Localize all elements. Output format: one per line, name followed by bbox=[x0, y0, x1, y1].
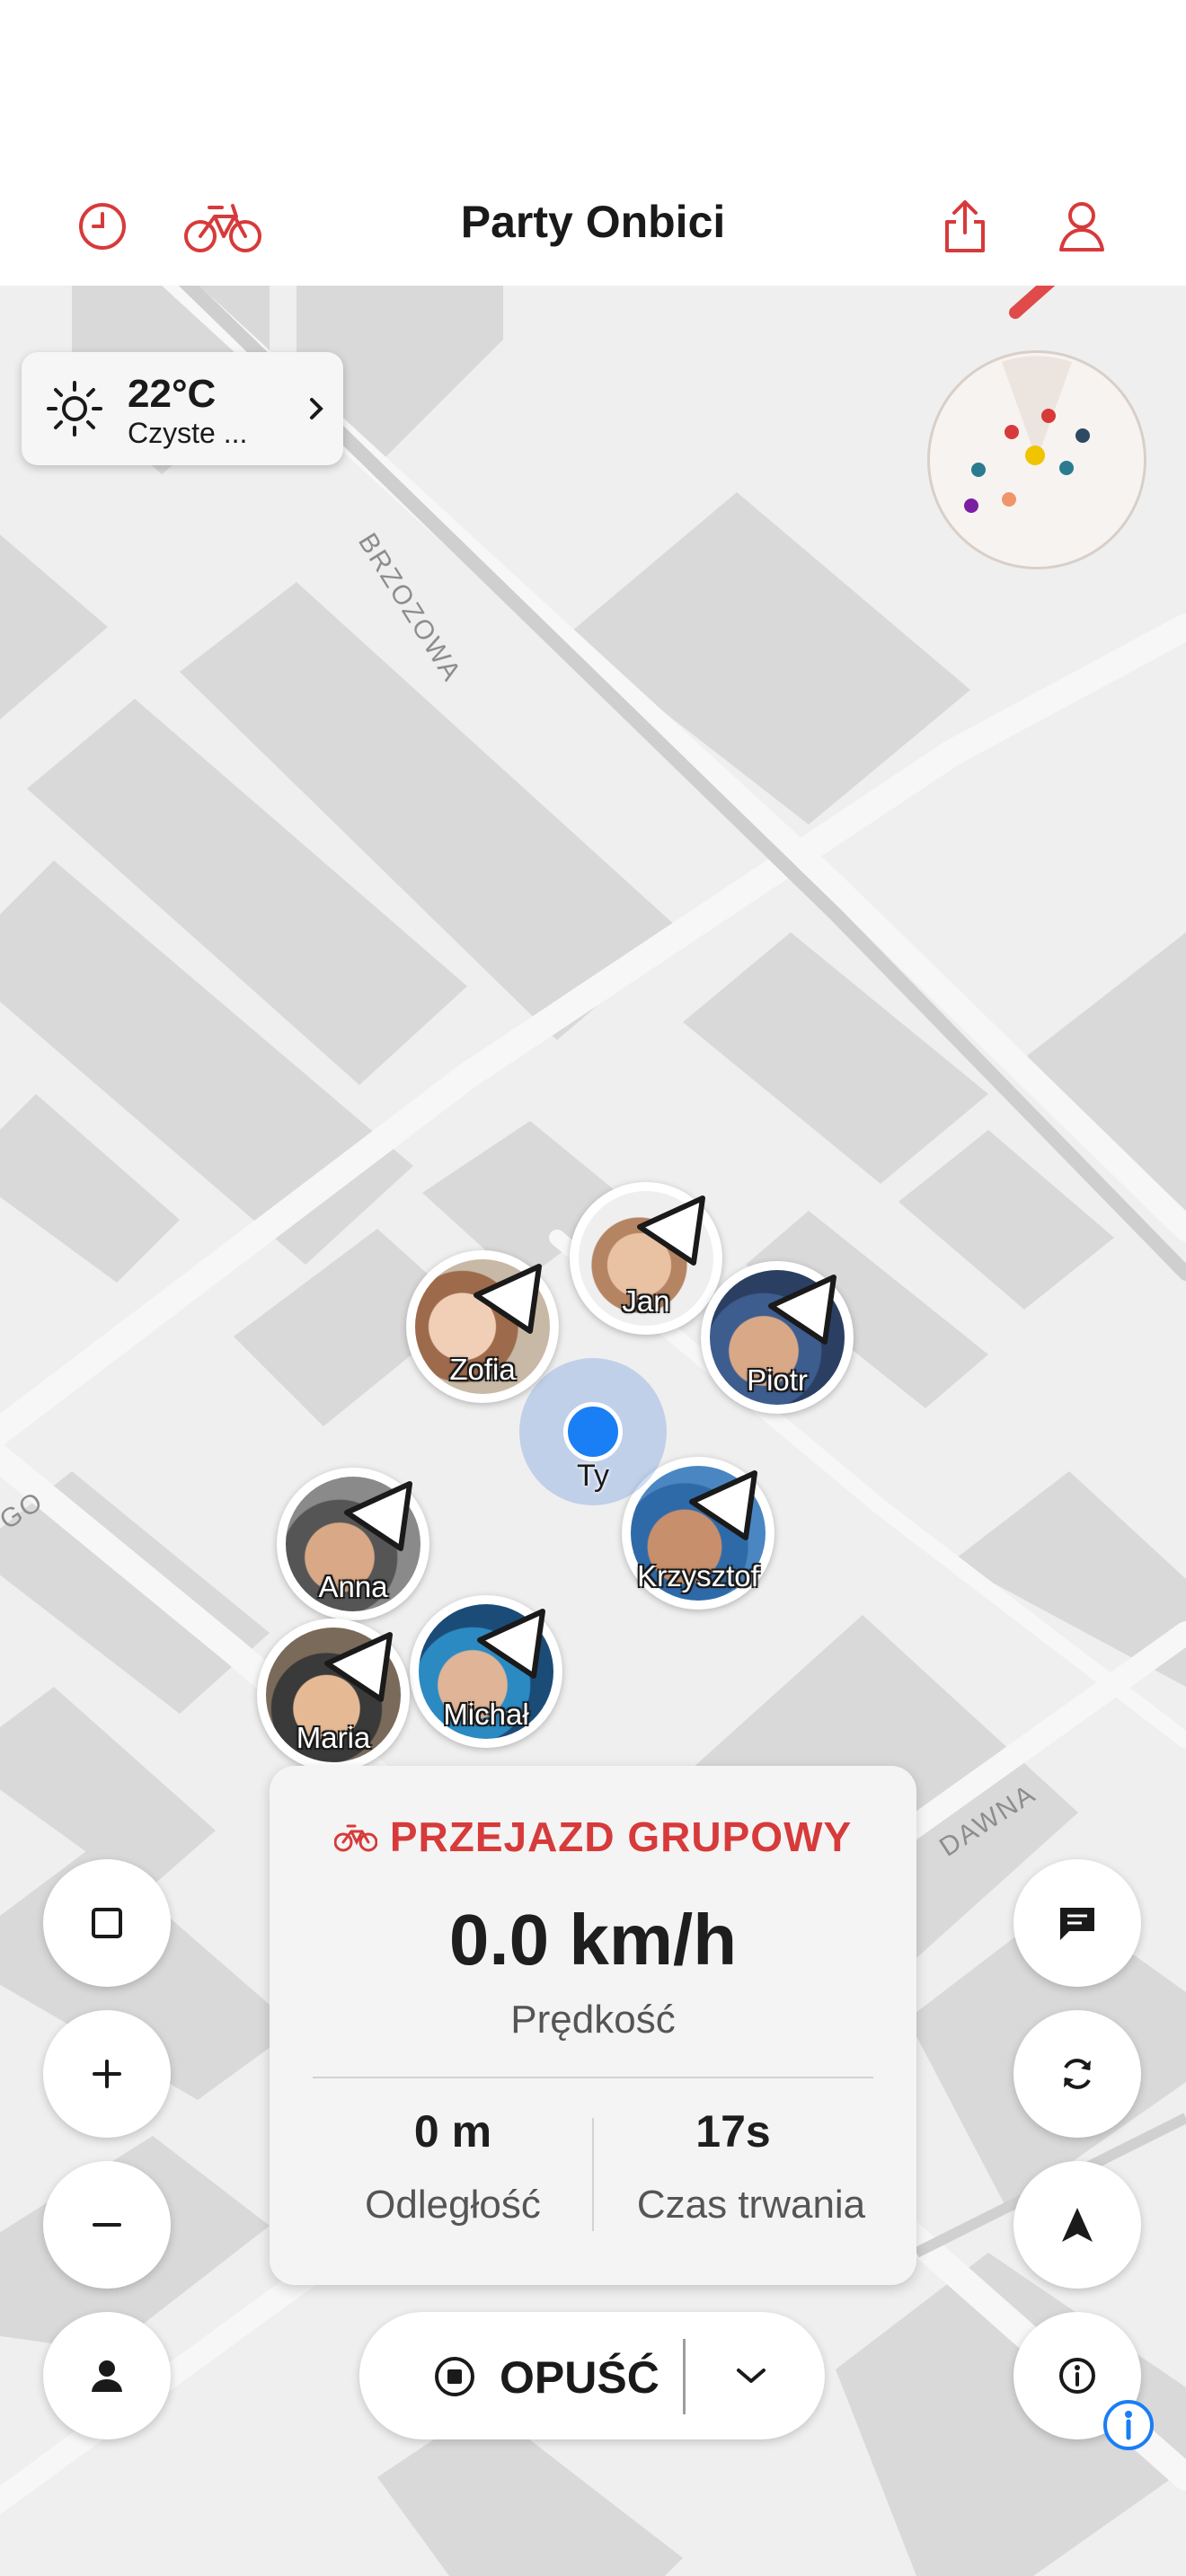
heading-arrow-icon bbox=[474, 1264, 542, 1334]
leave-button[interactable]: OPUŚĆ bbox=[395, 2312, 674, 2439]
profile-icon[interactable] bbox=[1044, 189, 1120, 264]
rider-marker-anna[interactable]: Anna bbox=[277, 1468, 429, 1620]
radar-dots bbox=[964, 356, 1090, 513]
rider-name: Zofia bbox=[449, 1353, 516, 1386]
duration-value: 17s bbox=[695, 2106, 771, 2157]
participants-button[interactable] bbox=[43, 2312, 171, 2439]
leave-button-label: OPUŚĆ bbox=[500, 2352, 659, 2403]
weather-widget[interactable]: 22°C Czyste ... bbox=[22, 352, 343, 465]
minus-icon bbox=[93, 2223, 121, 2227]
rider-name: Anna bbox=[318, 1570, 388, 1603]
refresh-icon bbox=[1064, 2059, 1091, 2089]
rider-name: Krzysztof bbox=[637, 1559, 759, 1592]
square-icon bbox=[92, 1908, 122, 1938]
ride-mode-label: PRZEJAZD GRUPOWY bbox=[389, 1813, 853, 1860]
zoom-in-button[interactable] bbox=[43, 2010, 171, 2138]
sun-icon bbox=[47, 381, 102, 437]
bike-icon bbox=[333, 1824, 377, 1852]
leave-options-button[interactable] bbox=[688, 2312, 814, 2439]
weather-condition: Czyste ... bbox=[128, 417, 248, 449]
distance-value: 0 m bbox=[413, 2106, 492, 2157]
rider-name: Piotr bbox=[747, 1363, 808, 1397]
navigation-arrow-icon bbox=[1062, 2208, 1093, 2242]
ride-stats-card: PRZEJAZD GRUPOWY 0.0 km/h Prędkość 0 m O… bbox=[270, 1766, 916, 2285]
chat-button[interactable] bbox=[1013, 1859, 1141, 1987]
rider-marker-zofia[interactable]: Zofia bbox=[406, 1250, 559, 1403]
speed-label: Prędkość bbox=[510, 1998, 676, 2042]
chat-icon bbox=[1060, 1908, 1094, 1940]
person-icon bbox=[92, 2360, 122, 2392]
my-location-dot[interactable] bbox=[563, 1402, 623, 1461]
heading-arrow-icon bbox=[689, 1470, 757, 1540]
rider-marker-jan[interactable]: Jan bbox=[570, 1182, 722, 1335]
heading-arrow-icon bbox=[768, 1275, 836, 1345]
refresh-button[interactable] bbox=[1013, 2010, 1141, 2138]
page-title: Party Onbici bbox=[460, 197, 726, 247]
heading-arrow-icon bbox=[637, 1195, 705, 1266]
divider bbox=[313, 2077, 873, 2078]
speed-value: 0.0 km/h bbox=[448, 1900, 738, 1980]
info-icon bbox=[1059, 2358, 1095, 2394]
stop-icon bbox=[435, 2357, 474, 2396]
rider-name: Jan bbox=[622, 1284, 670, 1318]
zoom-out-button[interactable] bbox=[43, 2161, 171, 2289]
plus-icon bbox=[93, 2060, 121, 2088]
share-icon[interactable] bbox=[927, 189, 1003, 264]
chevron-down-icon bbox=[737, 2369, 766, 2383]
navigate-button[interactable] bbox=[1013, 2161, 1141, 2289]
distance-label: Odległość bbox=[365, 2183, 541, 2227]
heading-arrow-icon bbox=[324, 1632, 393, 1702]
leave-ride-control: OPUŚĆ bbox=[359, 2312, 825, 2439]
divider bbox=[683, 2339, 686, 2414]
heading-arrow-icon bbox=[477, 1609, 545, 1679]
chevron-right-icon bbox=[310, 398, 323, 419]
rider-name: Maria bbox=[296, 1721, 371, 1754]
rider-name: Michał bbox=[443, 1698, 529, 1731]
attribution-info-icon[interactable] bbox=[1102, 2398, 1155, 2452]
map-layer-button[interactable] bbox=[43, 1859, 171, 1987]
app-header: Party Onbici bbox=[0, 0, 1186, 286]
duration-label: Czas trwania bbox=[636, 2183, 866, 2227]
rider-marker-michal[interactable]: Michał bbox=[410, 1595, 562, 1748]
ride-mode: PRZEJAZD GRUPOWY bbox=[270, 1813, 916, 1861]
rider-marker-maria[interactable]: Maria bbox=[257, 1619, 410, 1771]
heading-arrow-icon bbox=[344, 1481, 412, 1551]
group-radar[interactable] bbox=[927, 350, 1146, 569]
my-location-label: Ty bbox=[577, 1459, 609, 1493]
rider-marker-piotr[interactable]: Piotr bbox=[701, 1261, 854, 1414]
weather-temperature: 22°C bbox=[128, 372, 217, 416]
